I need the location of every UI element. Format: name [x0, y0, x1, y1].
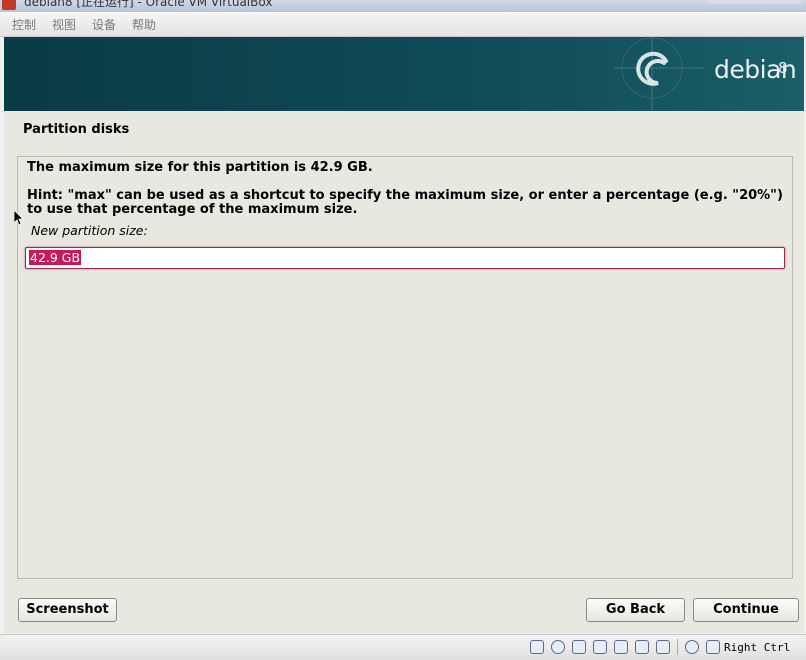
vm-screen[interactable]: debian 8 Partition disks The maximum siz… — [4, 37, 804, 633]
statusbar-separator — [677, 639, 678, 655]
virtualbox-app-icon — [2, 0, 16, 10]
continue-button[interactable]: Continue — [693, 598, 799, 622]
host-key-label: Right Ctrl — [724, 641, 791, 654]
max-size-message: The maximum size for this partition is 4… — [27, 160, 373, 175]
hard-disk-icon[interactable] — [530, 640, 544, 654]
debian-swirl-icon — [614, 37, 704, 111]
optical-drive-icon[interactable] — [551, 640, 565, 654]
menubar: 控制 视图 设备 帮助 — [0, 12, 806, 37]
debian-logo-version: 8 — [778, 59, 788, 77]
partition-size-label: New partition size: — [31, 223, 148, 238]
go-back-button[interactable]: Go Back — [586, 598, 685, 622]
content-box: The maximum size for this partition is 4… — [17, 156, 793, 579]
window-titlebar: debian8 [正在运行] - Oracle VM VirtualBox — [0, 0, 806, 12]
window-title: debian8 [正在运行] - Oracle VM VirtualBox — [24, 0, 273, 9]
network-icon[interactable] — [593, 640, 607, 654]
partition-size-value: 42.9 GB — [29, 250, 82, 265]
menu-devices[interactable]: 设备 — [92, 16, 116, 33]
screenshot-button[interactable]: Screenshot — [18, 598, 117, 622]
video-capture-icon[interactable] — [656, 640, 670, 654]
shared-folders-icon[interactable] — [614, 640, 628, 654]
menu-view[interactable]: 视图 — [52, 16, 76, 33]
hint-message: Hint: "max" can be used as a shortcut to… — [27, 188, 783, 217]
display-icon[interactable] — [635, 640, 649, 654]
mouse-pointer-icon — [14, 210, 24, 226]
page-title: Partition disks — [23, 122, 130, 137]
statusbar: Right Ctrl — [0, 634, 806, 660]
debian-banner: debian 8 — [4, 37, 804, 111]
partition-size-input[interactable]: 42.9 GB — [25, 247, 785, 269]
usb-icon[interactable] — [572, 640, 586, 654]
mouse-integration-icon[interactable] — [706, 640, 720, 654]
window-controls[interactable] — [706, 0, 802, 4]
guest-additions-icon[interactable] — [685, 640, 699, 654]
menu-control[interactable]: 控制 — [12, 16, 36, 33]
menu-help[interactable]: 帮助 — [132, 16, 156, 33]
